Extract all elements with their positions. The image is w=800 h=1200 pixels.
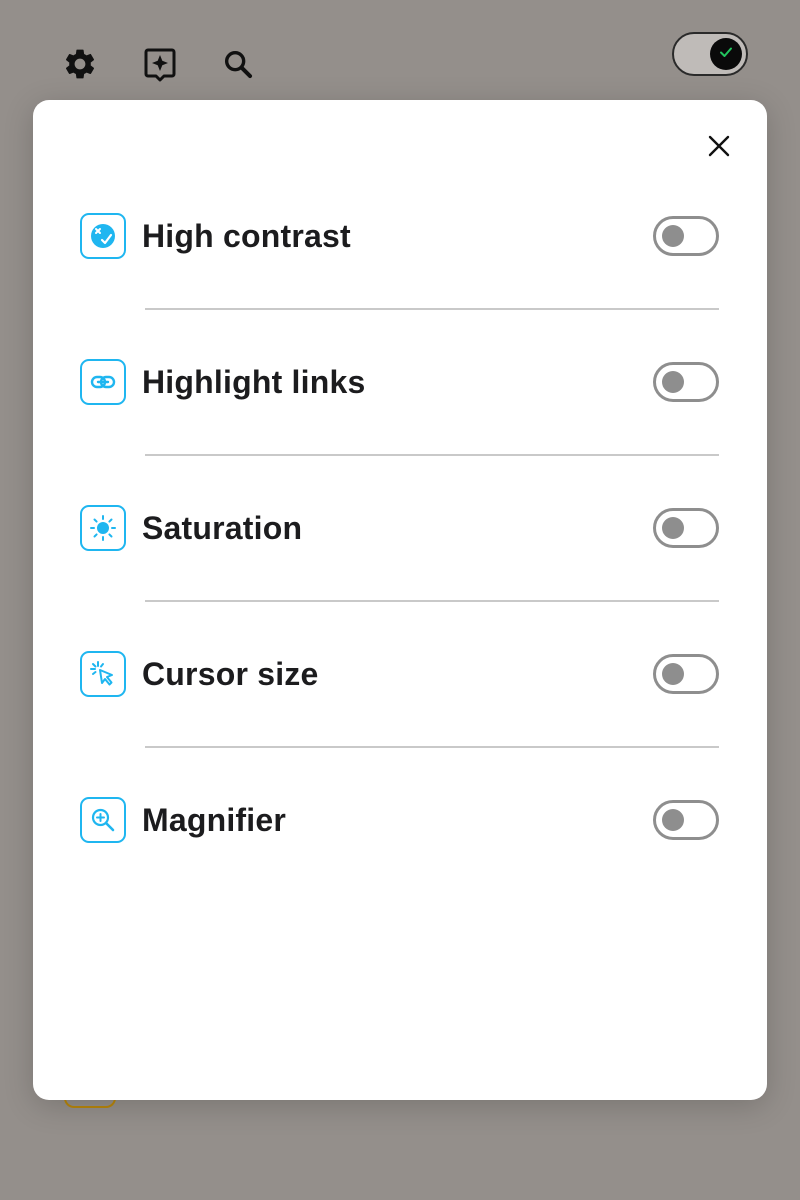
close-button[interactable] <box>699 128 739 168</box>
setting-row-cursor-size: Cursor size <box>33 644 767 704</box>
setting-row-saturation: Saturation <box>33 498 767 558</box>
setting-row-magnifier: Magnifier <box>33 790 767 850</box>
sun-icon <box>80 505 126 551</box>
link-icon <box>80 359 126 405</box>
gear-icon <box>62 46 98 82</box>
magnifier-icon <box>80 797 126 843</box>
divider <box>145 600 719 602</box>
setting-label: Cursor size <box>142 656 319 692</box>
theme-toggle[interactable] <box>672 32 748 76</box>
switch-knob <box>662 663 684 685</box>
accessibility-panel: High contrast Highlight links Saturation… <box>33 100 767 1100</box>
divider <box>145 746 719 748</box>
settings-button[interactable] <box>60 44 100 84</box>
saturation-switch[interactable] <box>653 508 719 548</box>
highlight-links-switch[interactable] <box>653 362 719 402</box>
switch-knob <box>662 225 684 247</box>
check-icon <box>718 44 734 65</box>
setting-row-high-contrast: High contrast <box>33 206 767 266</box>
switch-knob <box>662 517 684 539</box>
magnifier-switch[interactable] <box>653 800 719 840</box>
setting-label: Highlight links <box>142 364 366 400</box>
search-button[interactable] <box>218 44 258 84</box>
sparkle-bookmark-button[interactable] <box>140 44 180 84</box>
cursor-click-icon <box>80 651 126 697</box>
sparkle-bookmark-icon <box>143 46 177 82</box>
search-icon <box>221 47 255 81</box>
cursor-size-switch[interactable] <box>653 654 719 694</box>
divider <box>145 308 719 310</box>
contrast-icon <box>80 213 126 259</box>
setting-label: High contrast <box>142 218 351 254</box>
divider <box>145 454 719 456</box>
setting-label: Saturation <box>142 510 303 546</box>
toggle-knob <box>710 38 742 70</box>
switch-knob <box>662 371 684 393</box>
setting-row-highlight-links: Highlight links <box>33 352 767 412</box>
close-icon <box>708 135 730 162</box>
switch-knob <box>662 809 684 831</box>
high-contrast-switch[interactable] <box>653 216 719 256</box>
setting-label: Magnifier <box>142 802 287 838</box>
